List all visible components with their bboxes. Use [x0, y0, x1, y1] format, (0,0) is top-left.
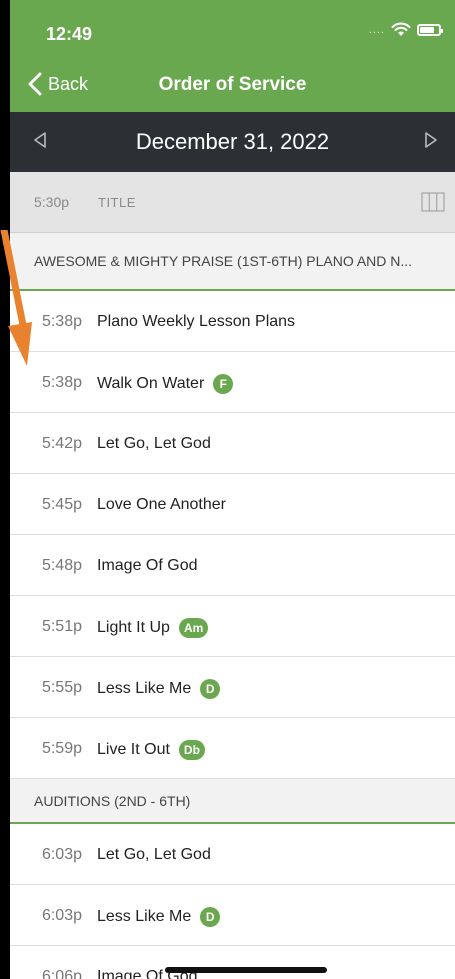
- key-badge: F: [213, 374, 234, 394]
- item-title: Let Go, Let God: [97, 435, 211, 452]
- item-title: Less Like Me: [97, 908, 192, 925]
- wifi-icon: [391, 22, 411, 36]
- item-time: 6:03p: [41, 846, 82, 863]
- title-row[interactable]: 5:30p TITLE: [10, 172, 455, 233]
- service-list: 5:30p TITLE AWESOME & MIGHTY PRAISE (1ST…: [10, 172, 455, 979]
- list-item[interactable]: 5:38p Walk On Water F: [10, 352, 455, 413]
- home-indicator: [165, 967, 327, 973]
- key-badge: Am: [178, 618, 209, 638]
- section-header: AUDITIONS (2ND - 6TH): [10, 779, 455, 824]
- signal-dots: ....: [368, 23, 385, 36]
- list-item[interactable]: 5:48p Image Of God: [10, 535, 455, 596]
- item-time: 6:06p: [41, 968, 82, 979]
- status-bar: 12:49 ....: [10, 0, 455, 60]
- item-title-group: Love One Another: [97, 496, 226, 514]
- item-title: Let Go, Let God: [97, 846, 211, 863]
- section-header-label: AWESOME & MIGHTY PRAISE (1ST-6TH) PLANO …: [34, 253, 413, 269]
- list-item[interactable]: 5:55p Less Like Me D: [10, 657, 455, 718]
- item-time: 5:38p: [41, 313, 82, 330]
- item-title: Light It Up: [97, 619, 170, 636]
- nav-bar: Back Order of Service: [10, 60, 455, 112]
- title-label: TITLE: [98, 195, 136, 210]
- item-title: Plano Weekly Lesson Plans: [97, 313, 296, 330]
- date-label: December 31, 2022: [135, 129, 330, 154]
- item-title-group: Plano Weekly Lesson Plans: [97, 313, 295, 331]
- item-time: 5:42p: [41, 435, 82, 452]
- status-indicators: ....: [368, 22, 443, 37]
- item-time: 5:48p: [41, 557, 82, 574]
- item-title: Live It Out: [97, 741, 170, 758]
- item-title-group: Less Like Me D: [97, 907, 221, 927]
- key-badge: Db: [178, 740, 205, 760]
- item-title: Walk On Water: [97, 375, 205, 392]
- list-item[interactable]: 5:45p Love One Another: [10, 474, 455, 535]
- item-title-group: Less Like Me D: [97, 679, 221, 699]
- title-time: 5:30p: [34, 194, 70, 210]
- list-item[interactable]: 6:03p Less Like Me D: [10, 885, 455, 946]
- item-time: 6:03p: [41, 907, 82, 924]
- item-title-group: Live It Out Db: [97, 740, 205, 760]
- columns-icon[interactable]: [421, 192, 445, 212]
- item-time: 5:51p: [41, 618, 82, 635]
- item-time: 5:59p: [41, 740, 82, 757]
- item-time: 5:45p: [41, 496, 82, 513]
- list-item[interactable]: 5:59p Live It Out Db: [10, 718, 455, 779]
- list-item[interactable]: 5:38p Plano Weekly Lesson Plans: [10, 291, 455, 352]
- list-item[interactable]: 6:06p Image Of God: [10, 946, 455, 979]
- list-item[interactable]: 5:51p Light It Up Am: [10, 596, 455, 657]
- section-header: AWESOME & MIGHTY PRAISE (1ST-6TH) PLANO …: [10, 233, 455, 291]
- item-title: Image Of God: [97, 557, 198, 574]
- item-title: Love One Another: [97, 496, 226, 513]
- phone-screen: 12:49 .... Back Order of Service Decembe…: [10, 0, 455, 979]
- key-badge: D: [200, 679, 221, 699]
- item-title-group: Light It Up Am: [97, 618, 209, 638]
- key-badge: D: [200, 907, 221, 927]
- list-item[interactable]: 5:42p Let Go, Let God: [10, 413, 455, 474]
- item-time: 5:55p: [41, 679, 82, 696]
- item-time: 5:38p: [41, 374, 82, 391]
- item-title: Less Like Me: [97, 680, 192, 697]
- battery-icon: [417, 23, 443, 36]
- list-item[interactable]: 6:03p Let Go, Let God: [10, 824, 455, 885]
- item-title-group: Walk On Water F: [97, 374, 234, 394]
- item-title-group: Let Go, Let God: [97, 846, 211, 864]
- page-title: Order of Service: [158, 74, 307, 95]
- date-bar: December 31, 2022: [10, 112, 455, 172]
- triangle-right-icon[interactable]: [423, 130, 439, 150]
- status-time: 12:49: [46, 24, 93, 44]
- item-title-group: Image Of God: [97, 557, 198, 575]
- section-header-label: AUDITIONS (2ND - 6TH): [34, 793, 191, 809]
- item-title-group: Let Go, Let God: [97, 435, 211, 453]
